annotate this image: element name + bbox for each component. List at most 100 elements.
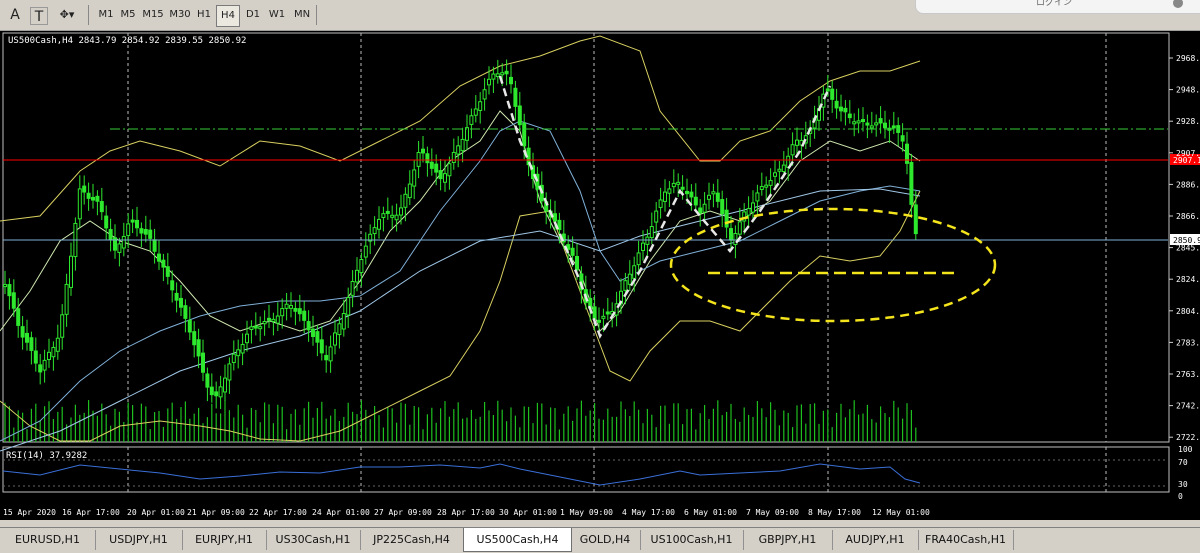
candle-body (913, 204, 918, 235)
candle-body (865, 122, 870, 126)
symbol-tab[interactable]: GBPJPY,H1 (743, 530, 833, 550)
candle-body (605, 311, 610, 315)
time-tick-label: 20 Apr 01:00 (127, 508, 185, 517)
candle-body (179, 297, 183, 308)
candle-body (909, 161, 914, 205)
candle-body (676, 181, 681, 185)
symbol-tab[interactable]: US500Cash,H4 (463, 528, 572, 552)
price-tick-label: 2742.6 (1176, 402, 1200, 411)
candle-body (451, 151, 456, 163)
candle-body (751, 202, 755, 213)
candle-body (869, 125, 874, 129)
timeframe-h4[interactable]: H4 (216, 5, 240, 27)
candle-body (60, 314, 65, 338)
timeframe-mn[interactable]: MN (290, 5, 314, 25)
candle-body (623, 280, 628, 291)
timeframe-m30[interactable]: M30 (168, 5, 192, 25)
time-tick-label: 24 Apr 01:00 (312, 508, 370, 517)
candle-body (891, 125, 896, 129)
candle-body (64, 283, 69, 315)
candle-body (504, 70, 509, 75)
candle-body (900, 135, 905, 142)
candle-body (421, 148, 425, 154)
candle-body (69, 255, 73, 288)
candle-body (495, 73, 500, 78)
price-tick-label: 2783.9 (1176, 338, 1200, 347)
candle-body (187, 319, 192, 333)
candle-body (715, 192, 720, 202)
candle-body (196, 339, 201, 357)
candle-body (456, 145, 461, 155)
timeframe-h1[interactable]: H1 (194, 5, 214, 25)
candle-body (11, 292, 16, 309)
price-tick-label: 2804.4 (1176, 307, 1200, 316)
rsi-line (2, 463, 921, 486)
candle-body (781, 164, 786, 173)
candle-body (847, 113, 852, 119)
symbol-tab[interactable]: EURUSD,H1 (0, 530, 96, 550)
candle-body (143, 229, 148, 235)
symbol-tab[interactable]: EURJPY,H1 (182, 530, 267, 550)
timeframe-m5[interactable]: M5 (118, 5, 138, 25)
symbol-tab[interactable]: US100Cash,H1 (640, 530, 744, 550)
price-tick-label: 2763.0 (1176, 370, 1200, 379)
candle-body (394, 214, 399, 221)
candle-body (108, 229, 113, 240)
timeframe-m1[interactable]: M1 (96, 5, 116, 25)
candle-body (42, 359, 47, 371)
candle-body (711, 191, 716, 195)
candle-body (773, 172, 777, 177)
candle-body (407, 183, 412, 199)
candle-body (161, 259, 166, 268)
candle-body (328, 346, 333, 362)
candle-body (82, 185, 87, 193)
candle-body (289, 305, 293, 309)
price-tick-label: 2886.6 (1176, 180, 1200, 189)
candle-body (636, 252, 641, 266)
candle-body (632, 265, 637, 279)
candle-body (702, 203, 707, 213)
time-tick-label: 7 May 09:00 (746, 508, 799, 517)
candle-body (487, 78, 491, 86)
rsi-tick-label: 30 (1178, 480, 1188, 489)
candle-body (38, 364, 43, 373)
timeframe-w1[interactable]: W1 (266, 5, 288, 25)
moving-average-slow (0, 188, 921, 452)
arrows-tool-icon[interactable]: ✥▾ (54, 6, 80, 24)
candle-body (737, 221, 742, 235)
chart-window[interactable]: US500Cash,H4 2843.79 2854.92 2839.55 285… (0, 31, 1200, 520)
candle-body (297, 308, 302, 315)
candle-body (157, 253, 161, 262)
time-tick-label: 27 Apr 09:00 (374, 508, 432, 517)
symbol-tab[interactable]: FRA40Cash,H1 (918, 530, 1014, 550)
candle-body (390, 214, 395, 218)
candle-body (416, 152, 421, 167)
candle-body (825, 88, 830, 92)
price-tick-label: 2928.0 (1176, 117, 1200, 126)
candle-body (7, 284, 12, 297)
rsi-axis: 100 70 30 0 (1178, 445, 1193, 501)
symbol-tab[interactable]: GOLD,H4 (570, 530, 641, 550)
text-tool-icon[interactable]: A (6, 6, 24, 24)
candle-body (192, 331, 197, 346)
candle-body (55, 337, 60, 352)
candle-body (293, 307, 298, 312)
rsi-plot-border (2, 446, 1170, 493)
symbol-tab-bar: EURUSD,H1 USDJPY,H1 EURJPY,H1 US30Cash,H1 JP… (0, 527, 1200, 553)
symbol-tab[interactable]: US30Cash,H1 (266, 530, 361, 550)
candle-body (126, 223, 131, 237)
time-tick-label: 15 Apr 2020 (3, 508, 56, 517)
timeframe-d1[interactable]: D1 (242, 5, 264, 25)
candle-body (878, 118, 883, 124)
candle-body (500, 72, 505, 76)
candle-body (482, 89, 487, 100)
candle-body (240, 343, 245, 354)
timeframe-m15[interactable]: M15 (140, 5, 166, 25)
symbol-tab[interactable]: JP225Cash,H4 (360, 530, 464, 550)
symbol-tab[interactable]: USDJPY,H1 (95, 530, 183, 550)
candle-body (491, 73, 496, 80)
volume-histogram (4, 400, 917, 442)
symbol-tab[interactable]: AUDJPY,H1 (832, 530, 919, 550)
text-label-tool-icon[interactable]: T (30, 7, 48, 25)
popup-close-icon[interactable] (1173, 0, 1183, 8)
